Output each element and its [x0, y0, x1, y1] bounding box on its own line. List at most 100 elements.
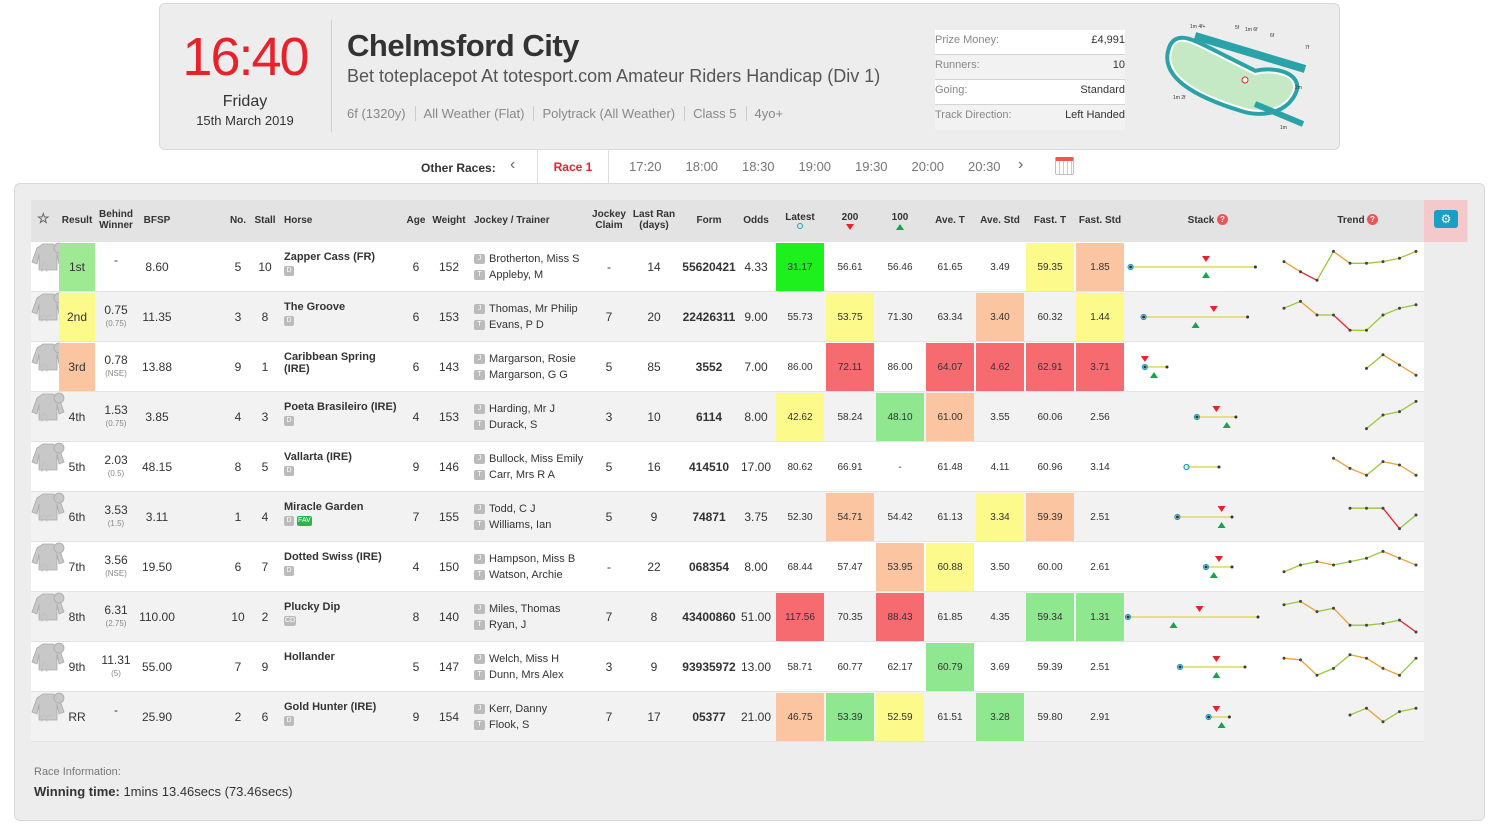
- col-horse[interactable]: Horse: [284, 215, 312, 226]
- race-time-link[interactable]: 20:30: [968, 159, 1025, 174]
- chart-mark: [1366, 414, 1384, 430]
- chart-mark: [1283, 564, 1301, 573]
- chart-mark: [1381, 549, 1385, 553]
- col-trend[interactable]: Trend: [1331, 215, 1371, 226]
- table-row: ☆ 2nd 0.75 (0.75) 11.35 3 8 The Groove D 6 153 J Tho…: [31, 292, 1468, 342]
- settings-cell: ⚙: [1424, 200, 1467, 242]
- help-icon[interactable]: ?: [1367, 214, 1378, 225]
- chart-mark: [1399, 250, 1417, 259]
- chevron-left-icon[interactable]: ‹: [510, 156, 515, 174]
- chart-mark: [1178, 665, 1182, 669]
- venue-title: Chelmsford City: [347, 28, 579, 63]
- col-result[interactable]: Result: [59, 215, 95, 226]
- race-info-table: Prize Money: £4,991 Runners: 10 Going: Stan…: [935, 30, 1125, 130]
- stack-chart: [1193, 392, 1468, 442]
- going-value: Standard: [1080, 84, 1125, 96]
- col-form[interactable]: Form: [679, 215, 739, 226]
- race-day: Friday: [222, 93, 268, 110]
- col-stack[interactable]: Stack: [1181, 215, 1221, 226]
- chart-mark: [1333, 607, 1351, 626]
- chart-mark: [1191, 322, 1200, 328]
- chart-mark: [1212, 406, 1221, 412]
- help-icon[interactable]: ?: [1217, 214, 1228, 225]
- chart-mark: [1399, 657, 1417, 676]
- chart-mark: [1217, 465, 1221, 469]
- chevron-right-icon[interactable]: ›: [1018, 156, 1023, 174]
- chart-mark: [1399, 304, 1417, 309]
- chart-mark: [1332, 666, 1335, 670]
- chart-mark: [1366, 314, 1384, 331]
- table-row: ☆ 5th 2.03 (0.5) 48.15 8 5 Vallarta (IRE) D 9 146 J…: [31, 442, 1468, 492]
- chart-mark: [1348, 623, 1352, 627]
- chart-mark: [1282, 656, 1286, 660]
- col-avet[interactable]: Ave. T: [926, 215, 974, 226]
- chart-mark: [1381, 622, 1385, 625]
- col-avestd[interactable]: Ave. Std: [976, 215, 1024, 226]
- calendar-icon[interactable]: [1055, 157, 1074, 175]
- chart-mark: [1381, 666, 1385, 670]
- chart-mark: [1366, 707, 1384, 723]
- chart-mark: [1243, 665, 1247, 669]
- chart-mark: [1316, 560, 1334, 566]
- col-behind[interactable]: Behind Winner: [97, 209, 135, 231]
- col-100[interactable]: 100: [876, 212, 924, 223]
- chart-mark: [1365, 656, 1368, 660]
- stack-chart: [1174, 492, 1468, 542]
- race-time-link[interactable]: 20:00: [912, 159, 969, 174]
- col-jockey[interactable]: Jockey / Trainer: [474, 215, 550, 226]
- race-time-link[interactable]: 18:30: [742, 159, 799, 174]
- col-200[interactable]: 200: [826, 212, 874, 223]
- col-lastran[interactable]: Last Ran (days): [631, 209, 677, 231]
- col-fastt[interactable]: Fast. T: [1026, 215, 1074, 226]
- chart-mark: [1215, 556, 1223, 562]
- col-age[interactable]: Age: [404, 215, 428, 226]
- chart-mark: [1366, 622, 1384, 626]
- tab-race-1[interactable]: Race 1: [537, 149, 609, 183]
- chart-mark: [1165, 365, 1169, 369]
- race-distance: 6f (1320y): [347, 106, 416, 121]
- table-row: ☆ 3rd 0.78 (NSE) 13.88 9 1 Caribbean Spring (IR…: [31, 342, 1468, 392]
- chart-mark: [1365, 261, 1368, 265]
- chart-mark: [1230, 515, 1234, 519]
- star-icon[interactable]: ☆: [37, 211, 50, 225]
- race-time-link[interactable]: 18:00: [686, 159, 743, 174]
- chart-mark: [1299, 599, 1302, 603]
- col-faststd[interactable]: Fast. Std: [1076, 215, 1124, 226]
- chart-mark: [1212, 706, 1221, 712]
- col-latest[interactable]: Latest: [776, 212, 824, 223]
- chart-mark: [1399, 514, 1417, 530]
- chart-mark: [1140, 356, 1149, 362]
- chart-mark: [1300, 300, 1318, 316]
- track-label: 5f: [1235, 25, 1240, 31]
- chart-mark: [1365, 506, 1368, 510]
- chart-mark: [1282, 260, 1286, 264]
- direction-label: Track Direction:: [935, 109, 1012, 121]
- chart-mark: [1282, 603, 1286, 607]
- col-stall[interactable]: Stall: [253, 215, 277, 226]
- chart-mark: [1399, 619, 1417, 633]
- stack-chart: [1183, 442, 1468, 492]
- table-row: ☆ 7th 3.56 (NSE) 19.50 6 7 Dotted Swiss (IRE) D 4…: [31, 542, 1468, 592]
- col-odds[interactable]: Odds: [740, 215, 772, 226]
- chart-mark: [1381, 313, 1385, 317]
- race-time-link[interactable]: 17:20: [629, 159, 686, 174]
- race-time: 16:40: [182, 27, 309, 87]
- winning-time-value: 1mins 13.46secs (73.46secs): [123, 784, 293, 799]
- col-bfsp[interactable]: BFSP: [138, 215, 176, 226]
- col-weight[interactable]: Weight: [431, 215, 467, 226]
- chart-mark: [1222, 422, 1231, 428]
- race-time-link[interactable]: 19:30: [855, 159, 912, 174]
- col-claim[interactable]: Jockey Claim: [590, 209, 628, 231]
- table-row: ☆ 1st -8.60 5 10 Zapper Cass (FR) D 6 152 J Brothe…: [31, 242, 1468, 292]
- table-row: ☆ 4th 1.53 (0.75) 3.85 4 3 Poeta Brasileiro (IR…: [31, 392, 1468, 442]
- race-time-link[interactable]: 19:00: [799, 159, 856, 174]
- track-label: 1m 4f+: [1190, 24, 1206, 30]
- chart-mark: [1348, 713, 1352, 717]
- other-races-label: Other Races:: [421, 161, 496, 175]
- stack-chart: [1205, 692, 1468, 742]
- col-no[interactable]: No.: [227, 215, 249, 226]
- chart-mark: [1414, 373, 1418, 377]
- gear-icon[interactable]: ⚙: [1434, 210, 1458, 228]
- chart-mark: [1382, 550, 1400, 559]
- chart-mark: [1283, 600, 1301, 606]
